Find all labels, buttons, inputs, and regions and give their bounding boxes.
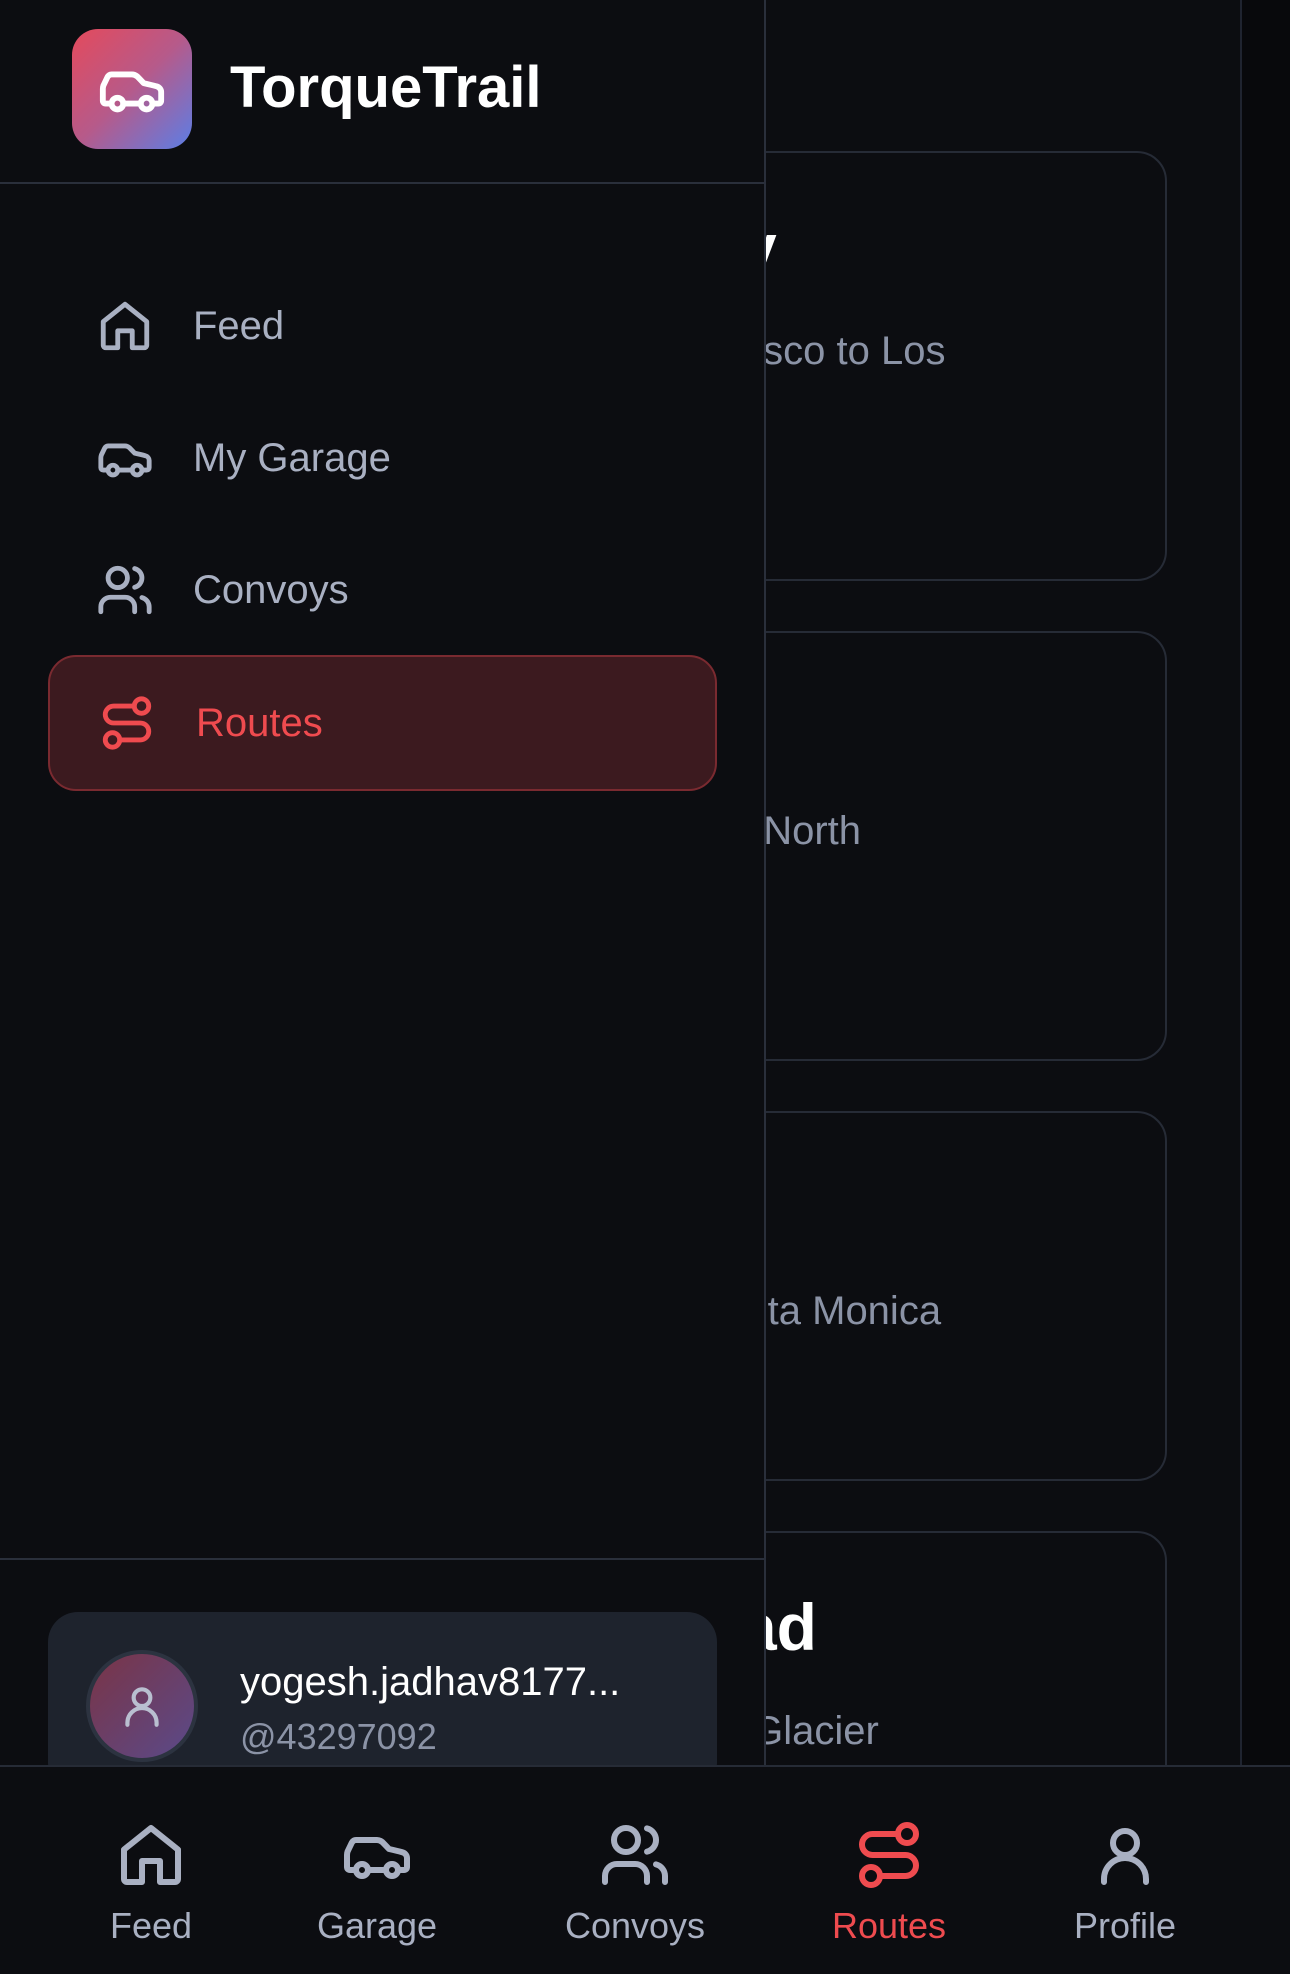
route-icon (98, 694, 156, 752)
user-card[interactable]: yogesh.jadhav8177... @43297092 (48, 1612, 717, 1765)
tab-convoys[interactable]: Convoys (535, 1767, 735, 1974)
drawer-item-label: Routes (196, 700, 323, 745)
user-name: yogesh.jadhav8177... (240, 1660, 621, 1704)
tab-routes[interactable]: Routes (789, 1767, 989, 1974)
drawer-item-feed[interactable]: Feed (48, 258, 717, 394)
drawer-item-my-garage[interactable]: My Garage (48, 390, 717, 526)
users-icon (599, 1819, 671, 1891)
car-icon (99, 71, 165, 113)
car-icon (96, 429, 154, 487)
bottom-tab-bar: Feed Garage Convoys Routes Profile (0, 1765, 1290, 1974)
avatar (86, 1650, 198, 1762)
home-icon (115, 1819, 187, 1891)
tab-label: Profile (1073, 1905, 1177, 1946)
tab-label: Routes (831, 1905, 947, 1946)
tab-label: Garage (316, 1905, 438, 1946)
app-screen: way Francisco to Los y a and North n to … (0, 0, 1290, 1974)
app-logo (72, 29, 192, 149)
side-drawer: TorqueTrail Feed My Garage Convoys Route (0, 0, 766, 1765)
car-icon (341, 1819, 413, 1891)
app-title: TorqueTrail (230, 55, 542, 120)
tab-garage[interactable]: Garage (277, 1767, 477, 1974)
route-icon (853, 1819, 925, 1891)
user-icon (1089, 1819, 1161, 1891)
tab-profile[interactable]: Profile (1025, 1767, 1225, 1974)
drawer-item-label: Convoys (193, 567, 349, 612)
drawer-item-label: Feed (193, 303, 285, 348)
scrollbar-track (1240, 0, 1290, 1765)
drawer-item-convoys[interactable]: Convoys (48, 522, 717, 658)
tab-label: Convoys (564, 1905, 706, 1946)
drawer-item-routes[interactable]: Routes (48, 655, 717, 791)
user-handle: @43297092 (240, 1716, 437, 1757)
users-icon (96, 561, 154, 619)
drawer-item-label: My Garage (193, 435, 391, 480)
drawer-footer: yogesh.jadhav8177... @43297092 (0, 1558, 766, 1765)
user-icon (125, 1687, 159, 1727)
home-icon (96, 297, 154, 355)
tab-feed[interactable]: Feed (51, 1767, 251, 1974)
drawer-header: TorqueTrail (0, 0, 766, 184)
tab-label: Feed (109, 1905, 193, 1946)
